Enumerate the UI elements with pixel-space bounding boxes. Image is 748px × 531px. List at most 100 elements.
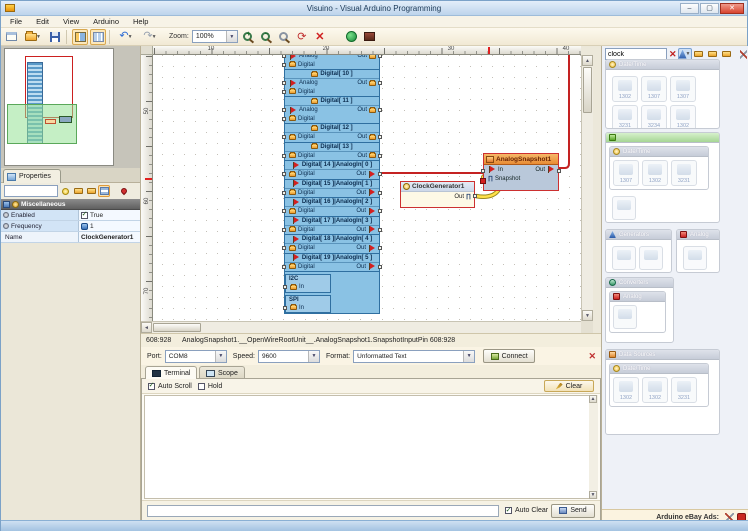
property-row-frequency[interactable]: Frequency1 (1, 221, 140, 232)
pin-in[interactable]: In (286, 284, 304, 290)
pin-connector[interactable] (378, 55, 382, 58)
analog-snapshot-block[interactable]: AnalogSnapshot1 In Out ∏Snapshot (483, 153, 559, 191)
hscroll-thumb[interactable] (153, 323, 201, 332)
pin-connector[interactable] (282, 55, 286, 58)
pin-out[interactable]: Out (356, 245, 376, 252)
pin-connector[interactable] (378, 209, 382, 213)
category-header[interactable]: Analog (677, 230, 719, 240)
pin-panel-button[interactable] (118, 185, 130, 197)
pin-connector[interactable] (282, 228, 286, 232)
scroll-left-button[interactable]: ◄ (141, 322, 152, 333)
auto-clear-checkbox[interactable]: ✓Auto Clear (505, 507, 548, 514)
pin-digital[interactable]: Digital (285, 153, 315, 159)
pin-digital[interactable]: Digital (285, 190, 315, 196)
property-row-enabled[interactable]: Enabled✓True (1, 210, 140, 221)
canvas-horizontal-scrollbar[interactable]: ◄ ► (141, 321, 593, 333)
pin-digital[interactable]: Digital (285, 134, 315, 140)
category-date-time[interactable]: Date/Time130213071307323132341302 (605, 59, 720, 129)
canvas-vertical-scrollbar[interactable]: ▲ ▼ (581, 55, 593, 321)
board-channel[interactable]: Digital[ 14 ]|AnalogIn[ 0 ]DigitalOut (285, 161, 379, 180)
subcategory-analog[interactable]: Analog (609, 291, 666, 333)
close-panel-icon[interactable]: ✕ (588, 351, 596, 362)
pin-connector[interactable] (283, 306, 287, 310)
pin-connector[interactable] (282, 108, 286, 112)
hold-checkbox[interactable]: Hold (198, 383, 222, 390)
pin-digital[interactable]: Digital (285, 208, 315, 214)
subcategory-date-time[interactable]: Date/Time130213023231 (609, 363, 709, 407)
design-canvas[interactable]: Analog Out Digital Digital[ 10 ]AnalogOutDi… (153, 55, 581, 321)
component-item[interactable]: 3231 (671, 160, 697, 186)
pin-out[interactable]: Out (356, 226, 376, 233)
minimize-button[interactable]: – (680, 3, 699, 14)
pin-connector[interactable] (282, 81, 286, 85)
component-item[interactable]: 1302 (670, 105, 696, 129)
board-channel[interactable]: Digital[ 11 ]AnalogOutDigital (285, 97, 379, 124)
component-item[interactable]: 1307 (670, 76, 696, 102)
property-group-miscellaneous[interactable]: Miscellaneous (1, 199, 140, 210)
pin-digital[interactable]: Digital (285, 227, 315, 233)
terminal-output[interactable] (144, 395, 590, 499)
menu-help[interactable]: Help (127, 16, 154, 27)
pin-digital[interactable]: Digital (285, 264, 315, 270)
analog-snapshot-header[interactable]: AnalogSnapshot1 (484, 154, 558, 165)
pin-digital[interactable]: Digital (285, 116, 315, 122)
format-select[interactable]: Unformatted Text▼ (353, 350, 475, 363)
component-item[interactable]: 3231 (671, 377, 697, 403)
minimap[interactable] (4, 48, 114, 166)
pin-analog[interactable]: Analog (285, 80, 318, 87)
category-unnamed[interactable]: Date/Time130713023231 (605, 132, 720, 223)
pin-connector-in[interactable] (481, 169, 485, 173)
pin-out[interactable]: Out (357, 107, 376, 113)
toggle-toolbox-button[interactable] (90, 29, 106, 45)
checkbox-checked-icon[interactable]: ✓ (81, 212, 88, 219)
undo-button[interactable]: ↶▼ (115, 29, 137, 45)
category-converters[interactable]: ConvertersAnalog (605, 277, 674, 343)
board-channel[interactable]: Digital[ 16 ]|AnalogIn[ 2 ]DigitalOut (285, 198, 379, 217)
pin-connector[interactable] (378, 108, 382, 112)
clear-search-icon[interactable]: ✕ (669, 49, 677, 60)
component-item[interactable]: 1307 (641, 76, 667, 102)
menu-edit[interactable]: Edit (30, 16, 55, 27)
pin-in[interactable]: In (286, 305, 304, 311)
terminal-scrollbar[interactable]: ▲ ▼ (589, 395, 598, 499)
pin-connector[interactable] (282, 191, 286, 195)
component-item[interactable]: 3231 (612, 105, 638, 129)
pin-out[interactable]: Out (356, 189, 376, 196)
open-button[interactable]: ▼ (21, 29, 45, 45)
scroll-down-button[interactable]: ▼ (582, 310, 593, 321)
collapse-group-button[interactable] (85, 185, 97, 197)
zoom-out-button[interactable]: − (258, 29, 274, 45)
category-generators[interactable]: Generators (605, 229, 672, 273)
scroll-up-button[interactable]: ▲ (582, 55, 593, 66)
board-channel[interactable]: Digital[ 18 ]|AnalogIn[ 4 ]DigitalOut (285, 235, 379, 254)
pin-analog[interactable]: Analog (285, 107, 318, 114)
zoom-in-button[interactable]: + (240, 29, 256, 45)
tab-properties[interactable]: Properties (3, 169, 61, 183)
category-header[interactable]: Analog (610, 292, 665, 302)
pin-connector[interactable] (282, 265, 286, 269)
category-header[interactable]: Generators (606, 230, 671, 240)
tab-terminal[interactable]: Terminal (145, 366, 197, 379)
pin-out[interactable]: Out (357, 153, 376, 159)
zoom-select[interactable]: 100% ▼ (192, 30, 238, 43)
board-channel[interactable]: Digital[ 19 ]|AnalogIn[ 5 ]DigitalOut (285, 254, 379, 273)
board-channel[interactable]: Digital[ 10 ]AnalogOutDigital (285, 70, 379, 97)
category-header[interactable]: Data Sources (606, 350, 719, 360)
pin-connector[interactable] (378, 191, 382, 195)
pin-connector[interactable] (282, 117, 286, 121)
speed-select[interactable]: 9600▼ (258, 350, 320, 363)
connect-button[interactable]: Connect (483, 349, 535, 363)
port-select[interactable]: COM8▼ (165, 350, 227, 363)
category-header[interactable]: Date/Time (610, 364, 708, 374)
pin-analog[interactable]: Analog (285, 55, 318, 60)
pin-connector[interactable] (378, 135, 382, 139)
property-value[interactable]: 1 (79, 221, 140, 231)
expand-group-button[interactable] (72, 185, 84, 197)
clock-generator-block[interactable]: ClockGenerator1 Out ∏ (400, 181, 475, 208)
filter-bulb-button[interactable] (59, 185, 71, 197)
pin-connector-snapshot[interactable] (480, 178, 486, 184)
pin-connector-out[interactable] (473, 194, 477, 198)
component-item[interactable] (683, 246, 707, 270)
redo-button[interactable]: ↷▼ (139, 29, 161, 45)
component-item[interactable]: 1302 (612, 76, 638, 102)
